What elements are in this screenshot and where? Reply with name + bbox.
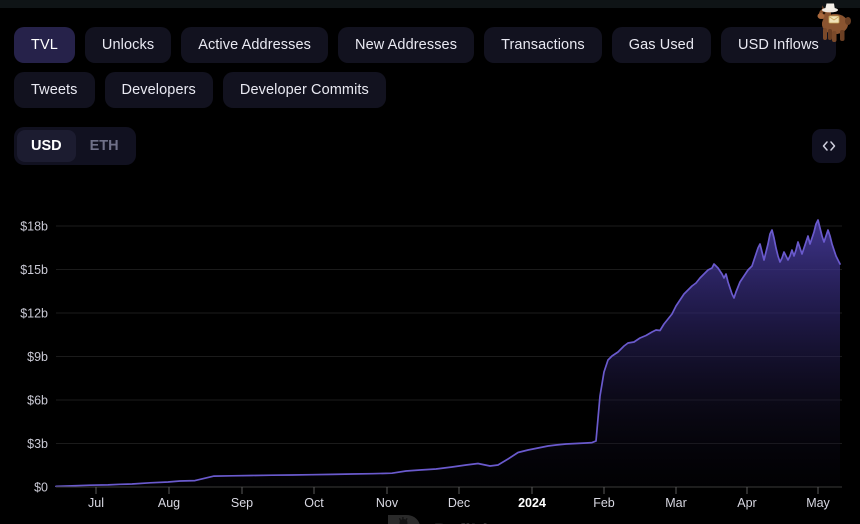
x-axis-labels: Jul Aug Sep Oct Nov Dec 2024 Feb Mar Apr…: [88, 496, 831, 510]
tab-usd-inflows[interactable]: USD Inflows: [721, 27, 836, 63]
y-tick-18b: $18b: [20, 220, 48, 234]
y-tick-12b: $12b: [20, 307, 48, 321]
x-tick-sep: Sep: [231, 496, 253, 510]
denomination-row: USD ETH: [14, 127, 846, 165]
chart-svg: $18b $15b $12b $9b $6b $3b $0: [0, 186, 860, 524]
x-tick-dec: Dec: [448, 496, 470, 510]
tab-tweets[interactable]: Tweets: [14, 72, 95, 108]
tab-new-addresses[interactable]: New Addresses: [338, 27, 474, 63]
y-tick-15b: $15b: [20, 263, 48, 277]
x-tick-feb: Feb: [593, 496, 615, 510]
tab-unlocks[interactable]: Unlocks: [85, 27, 171, 63]
x-tick-nov: Nov: [376, 496, 399, 510]
y-tick-3b: $3b: [27, 437, 48, 451]
denom-eth-button[interactable]: ETH: [76, 130, 133, 162]
chart-page: TVL Unlocks Active Addresses New Address…: [0, 0, 860, 524]
y-tick-0: $0: [34, 481, 48, 495]
tab-developer-commits[interactable]: Developer Commits: [223, 72, 386, 108]
x-axis-ticks: [96, 487, 818, 494]
x-tick-oct: Oct: [304, 496, 324, 510]
code-embed-icon: [821, 138, 837, 154]
y-tick-9b: $9b: [27, 350, 48, 364]
x-tick-aug: Aug: [158, 496, 180, 510]
tvl-area-chart[interactable]: $18b $15b $12b $9b $6b $3b $0: [0, 186, 860, 524]
denom-usd-button[interactable]: USD: [17, 130, 76, 162]
tab-tvl[interactable]: TVL: [14, 27, 75, 63]
tab-gas-used[interactable]: Gas Used: [612, 27, 711, 63]
tab-developers[interactable]: Developers: [105, 72, 213, 108]
y-axis-labels: $18b $15b $12b $9b $6b $3b $0: [20, 220, 48, 495]
tab-active-addresses[interactable]: Active Addresses: [181, 27, 328, 63]
x-tick-2024: 2024: [518, 496, 546, 510]
x-tick-may: May: [806, 496, 830, 510]
x-tick-jul: Jul: [88, 496, 104, 510]
tab-transactions[interactable]: Transactions: [484, 27, 602, 63]
chart-area-fill: [56, 220, 840, 487]
y-tick-6b: $6b: [27, 394, 48, 408]
x-tick-apr: Apr: [737, 496, 756, 510]
metric-tabs: TVL Unlocks Active Addresses New Address…: [14, 27, 849, 108]
top-strip: [0, 0, 860, 8]
embed-code-button[interactable]: [812, 129, 846, 163]
x-tick-mar: Mar: [665, 496, 687, 510]
denomination-toggle: USD ETH: [14, 127, 136, 165]
